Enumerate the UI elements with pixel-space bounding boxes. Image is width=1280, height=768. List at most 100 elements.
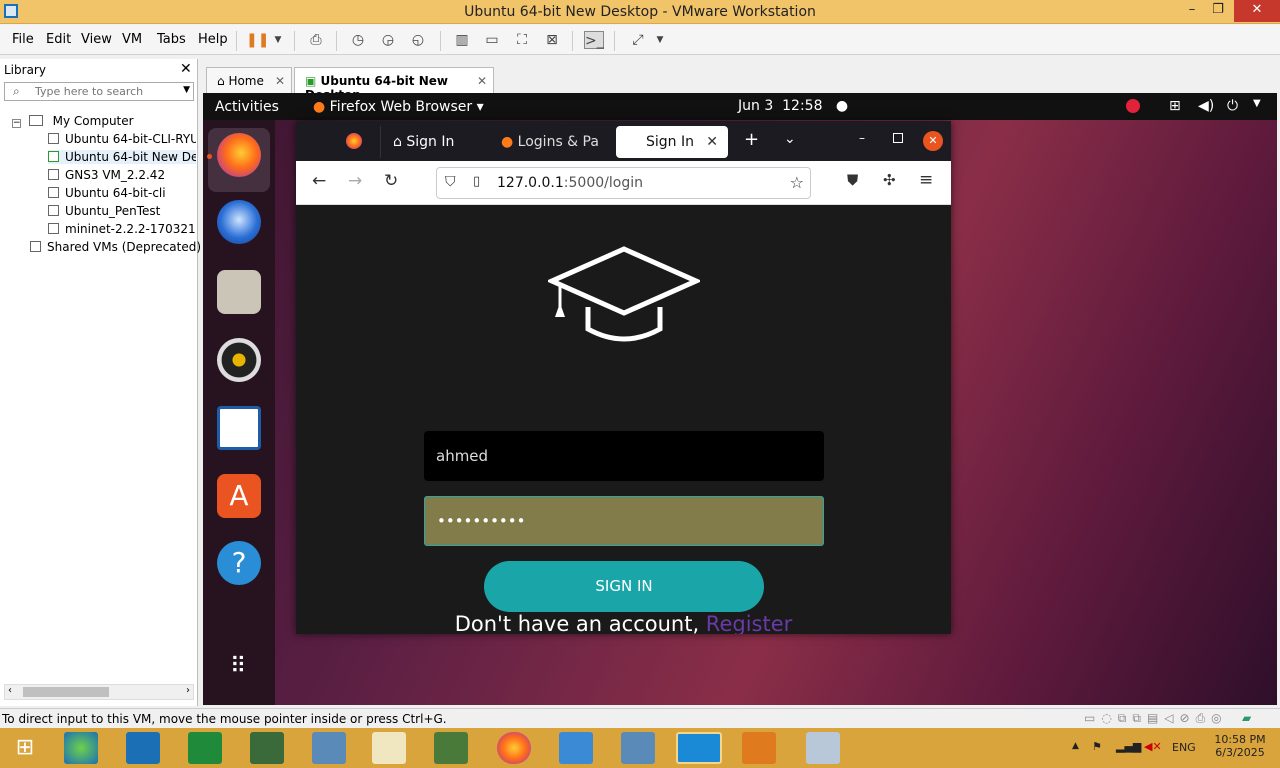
- tree-shared[interactable]: Shared VMs (Deprecated): [30, 240, 201, 254]
- do-not-disturb-icon[interactable]: [1126, 99, 1140, 113]
- back-icon[interactable]: ←: [312, 171, 326, 191]
- message-icon[interactable]: ▰: [1242, 711, 1251, 725]
- bookmark-star-icon[interactable]: ☆: [790, 173, 804, 192]
- keyboard-app-icon[interactable]: [559, 732, 593, 764]
- clock[interactable]: Jun 3 12:58 ●: [738, 98, 848, 114]
- defender-shield-icon[interactable]: [126, 732, 160, 764]
- pocket-icon[interactable]: ⛊: [847, 171, 858, 189]
- library-view-icon[interactable]: ▥: [452, 31, 472, 49]
- firefox-menu[interactable]: ● Firefox Web Browser ▾: [313, 99, 484, 115]
- unity-icon[interactable]: ⊠: [542, 31, 562, 49]
- volume-muted-icon[interactable]: ◀✕: [1144, 740, 1162, 753]
- list-all-tabs-icon[interactable]: ⌄: [784, 131, 796, 147]
- library-search[interactable]: ⌕ ▼: [4, 82, 194, 101]
- close-window-icon[interactable]: ✕: [923, 131, 943, 151]
- minimize-icon[interactable]: –: [859, 131, 865, 145]
- tree-item[interactable]: Ubuntu 64-bit-CLI-RYU-: [48, 132, 196, 146]
- menu-vm[interactable]: VM: [122, 32, 142, 47]
- tree-item[interactable]: Ubuntu 64-bit-cli: [48, 186, 196, 200]
- network-tool-icon[interactable]: [372, 732, 406, 764]
- tree-item[interactable]: mininet-2.2.2-170321-ub: [48, 222, 196, 236]
- chart-app-icon[interactable]: [434, 732, 468, 764]
- menu-view[interactable]: View: [81, 32, 112, 47]
- tree-root[interactable]: − My Computer: [12, 114, 134, 128]
- terminal-icon[interactable]: >_: [584, 31, 604, 49]
- tree-item[interactable]: Ubuntu_PenTest: [48, 204, 196, 218]
- tab-close-icon[interactable]: ✕: [275, 74, 285, 88]
- send-ctrl-alt-del-icon[interactable]: ⎙: [306, 31, 326, 49]
- new-tab-icon[interactable]: +: [744, 129, 759, 150]
- books-icon[interactable]: [250, 732, 284, 764]
- firefox-view-icon[interactable]: [346, 133, 362, 149]
- flag-icon[interactable]: ⚑: [1092, 740, 1102, 753]
- start-windows-icon[interactable]: ⊞: [8, 732, 42, 764]
- forward-icon[interactable]: →: [348, 171, 362, 191]
- vm-screen[interactable]: Activities ● Firefox Web Browser ▾ Jun 3…: [203, 93, 1277, 705]
- scroll-left-icon[interactable]: ‹: [8, 685, 12, 696]
- signal-icon[interactable]: ▂▄▆: [1116, 740, 1141, 753]
- stretch-icon[interactable]: ⤢: [628, 31, 648, 49]
- password-input[interactable]: [424, 496, 824, 546]
- firefox-taskbar-icon[interactable]: [497, 732, 531, 764]
- menu-file[interactable]: File: [12, 32, 34, 47]
- scroll-right-icon[interactable]: ›: [186, 685, 190, 696]
- sign-in-button[interactable]: SIGN IN: [484, 561, 764, 612]
- collapse-icon[interactable]: −: [12, 119, 21, 128]
- thunderbird-icon[interactable]: [217, 200, 261, 244]
- tab-sign-in-active[interactable]: Sign In ✕: [616, 126, 728, 158]
- vmware-taskbar-icon[interactable]: [676, 732, 722, 764]
- library-search-input[interactable]: [35, 84, 175, 99]
- chevron-down-icon[interactable]: ▼: [650, 31, 670, 49]
- help-icon[interactable]: ?: [217, 541, 261, 585]
- username-input[interactable]: [424, 431, 824, 481]
- app-center-icon[interactable]: A: [217, 474, 261, 518]
- library-close-icon[interactable]: ✕: [180, 61, 192, 77]
- tree-item-selected[interactable]: Ubuntu 64-bit New Desk: [48, 150, 196, 164]
- snapshot-manager-icon[interactable]: ◵: [408, 31, 428, 49]
- tab-sign-in-1[interactable]: ⌂ Sign In: [380, 126, 490, 158]
- maximize-icon[interactable]: [893, 133, 903, 143]
- menu-tabs[interactable]: Tabs: [157, 32, 186, 47]
- minimize-button[interactable]: –: [1180, 0, 1204, 22]
- revert-snapshot-icon[interactable]: ◶: [378, 31, 398, 49]
- maximize-button[interactable]: ❐: [1206, 0, 1230, 22]
- excel-icon[interactable]: [188, 732, 222, 764]
- tray-clock[interactable]: 10:58 PM 6/3/2025: [1210, 733, 1270, 759]
- menu-help[interactable]: Help: [198, 32, 228, 47]
- tab-ubuntu-desktop[interactable]: ▣ Ubuntu 64-bit New Desktop ✕: [294, 67, 494, 102]
- device-status-icons[interactable]: ▭◌⧉⧉▤◁⊘⎙◎: [1084, 711, 1228, 726]
- tab-close-icon[interactable]: ✕: [477, 74, 487, 88]
- network-icon[interactable]: ⊞: [1169, 98, 1181, 114]
- reload-icon[interactable]: ↻: [384, 171, 398, 191]
- rhythmbox-icon[interactable]: [217, 338, 261, 382]
- activities-button[interactable]: Activities: [215, 99, 279, 115]
- tree-item[interactable]: GNS3 VM_2.2.42: [48, 168, 196, 182]
- library-scrollbar[interactable]: ‹ ›: [4, 684, 194, 700]
- menu-edit[interactable]: Edit: [46, 32, 71, 47]
- media-player-icon[interactable]: [742, 732, 776, 764]
- chevron-down-icon[interactable]: ▼: [1253, 98, 1261, 109]
- url-bar[interactable]: ⛉ ▯ 127.0.0.1:5000/login ☆: [436, 167, 811, 199]
- chevron-up-icon[interactable]: ▲: [1072, 741, 1079, 751]
- media-film-icon[interactable]: [312, 732, 346, 764]
- globe-app-icon[interactable]: [64, 732, 98, 764]
- snapshot-icon[interactable]: ◷: [348, 31, 368, 49]
- libreoffice-writer-icon[interactable]: [217, 406, 261, 450]
- volume-icon[interactable]: ◀): [1198, 98, 1214, 114]
- input-language[interactable]: ENG: [1172, 741, 1196, 754]
- chevron-down-icon[interactable]: ▼: [268, 31, 288, 49]
- files-icon[interactable]: [217, 270, 261, 314]
- video-app-icon[interactable]: [621, 732, 655, 764]
- pause-icon[interactable]: ❚❚: [246, 31, 269, 49]
- tab-close-icon[interactable]: ✕: [706, 134, 718, 150]
- extensions-icon[interactable]: ✣: [883, 171, 896, 189]
- register-link[interactable]: Register: [706, 612, 792, 634]
- hamburger-menu-icon[interactable]: ≡: [919, 170, 933, 190]
- fullscreen-icon[interactable]: ⛶: [512, 31, 532, 49]
- close-button[interactable]: ✕: [1234, 0, 1280, 22]
- power-icon[interactable]: ⏻: [1227, 98, 1238, 114]
- firefox-icon[interactable]: [217, 133, 261, 177]
- tab-home[interactable]: ⌂ Home ✕: [206, 67, 292, 93]
- scrollbar-thumb[interactable]: [23, 687, 109, 697]
- console-view-icon[interactable]: ▭: [482, 31, 502, 49]
